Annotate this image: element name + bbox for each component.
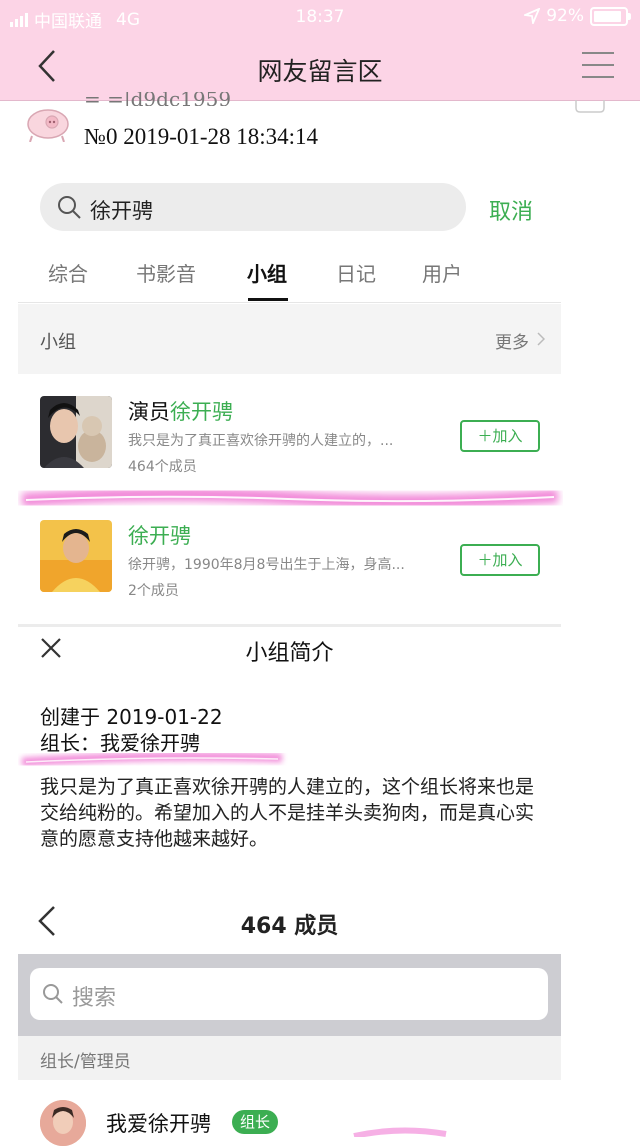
tab-comprehensive[interactable]: 综合 [48, 258, 88, 287]
group-thumbnail [40, 396, 112, 468]
plus-icon: ＋ [477, 427, 493, 445]
created-date: 创建于 2019-01-22 [40, 705, 223, 729]
group-leader: 组长：我爱徐开骋 [40, 731, 200, 755]
battery-percent: 92% [546, 6, 584, 26]
members-title: 464 成员 [240, 914, 339, 939]
member-name: 我爱徐开骋 [106, 1112, 211, 1136]
group-item[interactable]: 演员徐开骋 我只是为了真正喜欢徐开骋的人建立的，... 464个成员 ＋加入 [18, 376, 561, 486]
group-intro-header: 小组简介 [18, 624, 561, 677]
group-description: 我只是为了真正喜欢徐开骋的人建立的，... [128, 433, 394, 449]
message-username: = =|d9dc1959 [84, 92, 232, 106]
group-name-highlight: 徐开骋 [128, 524, 191, 548]
leader-badge: 组长 [232, 1110, 279, 1134]
member-row[interactable]: 我爱徐开骋 组长 [18, 1080, 561, 1146]
group-item[interactable]: 徐开骋 徐开骋，1990年8月8号出生于上海，身高... 2个成员 ＋加入 [18, 512, 561, 620]
group-thumbnail [40, 520, 112, 592]
join-button[interactable]: ＋加入 [460, 544, 540, 576]
message-meta: №0 2019-01-28 18:34:14 [84, 124, 319, 149]
admin-section-label: 组长/管理员 [40, 1052, 131, 1072]
search-icon [58, 196, 81, 219]
group-description: 徐开骋，1990年8月8号出生于上海，身高... [128, 557, 405, 573]
member-search-input[interactable]: 搜索 [30, 968, 548, 1020]
tab-diary[interactable]: 日记 [336, 258, 376, 287]
group-name-prefix: 演员 [128, 400, 170, 424]
section-label: 小组 [40, 332, 76, 353]
more-link[interactable]: 更多 [495, 328, 529, 353]
cancel-button[interactable]: 取消 [489, 194, 533, 226]
member-search-area: 搜索 [18, 954, 561, 1036]
pig-avatar-icon [27, 109, 69, 142]
sheet-title: 小组简介 [245, 641, 334, 666]
location-icon [524, 8, 541, 24]
join-button[interactable]: ＋加入 [460, 420, 540, 452]
status-bar: 中国联通 4G 18:37 92% [0, 0, 640, 34]
admin-section-header: 组长/管理员 [18, 1036, 561, 1080]
tab-media[interactable]: 书影音 [136, 258, 196, 287]
group-member-count: 2个成员 [128, 583, 179, 599]
nav-bar: 网友留言区 [0, 34, 640, 101]
page-title: 网友留言区 [257, 57, 383, 86]
members-header: 464 成员 [18, 886, 561, 954]
plus-icon: ＋ [477, 551, 493, 569]
search-icon [43, 984, 63, 1004]
group-intro-text: 我只是为了真正喜欢徐开骋的人建立的，这个组长将来也是交给纯粉的。希望加入的人不是… [40, 776, 535, 850]
groups-section-header: 小组 更多 [18, 304, 561, 374]
group-name-highlight: 徐开骋 [170, 400, 233, 424]
chevron-right-icon [537, 332, 545, 346]
tab-users[interactable]: 用户 [422, 258, 462, 287]
group-member-count: 464个成员 [128, 459, 197, 475]
tab-groups[interactable]: 小组 [247, 258, 287, 287]
reply-bubble-icon[interactable] [575, 100, 605, 114]
active-tab-indicator [248, 298, 288, 301]
battery-icon [590, 6, 631, 26]
search-input[interactable]: 徐开骋 [40, 183, 466, 231]
search-placeholder: 搜索 [72, 986, 117, 1011]
menu-icon[interactable] [582, 52, 614, 88]
search-query: 徐开骋 [90, 199, 153, 223]
member-avatar [40, 1100, 86, 1146]
tab-bar: 综合 书影音 小组 日记 用户 [18, 244, 561, 303]
